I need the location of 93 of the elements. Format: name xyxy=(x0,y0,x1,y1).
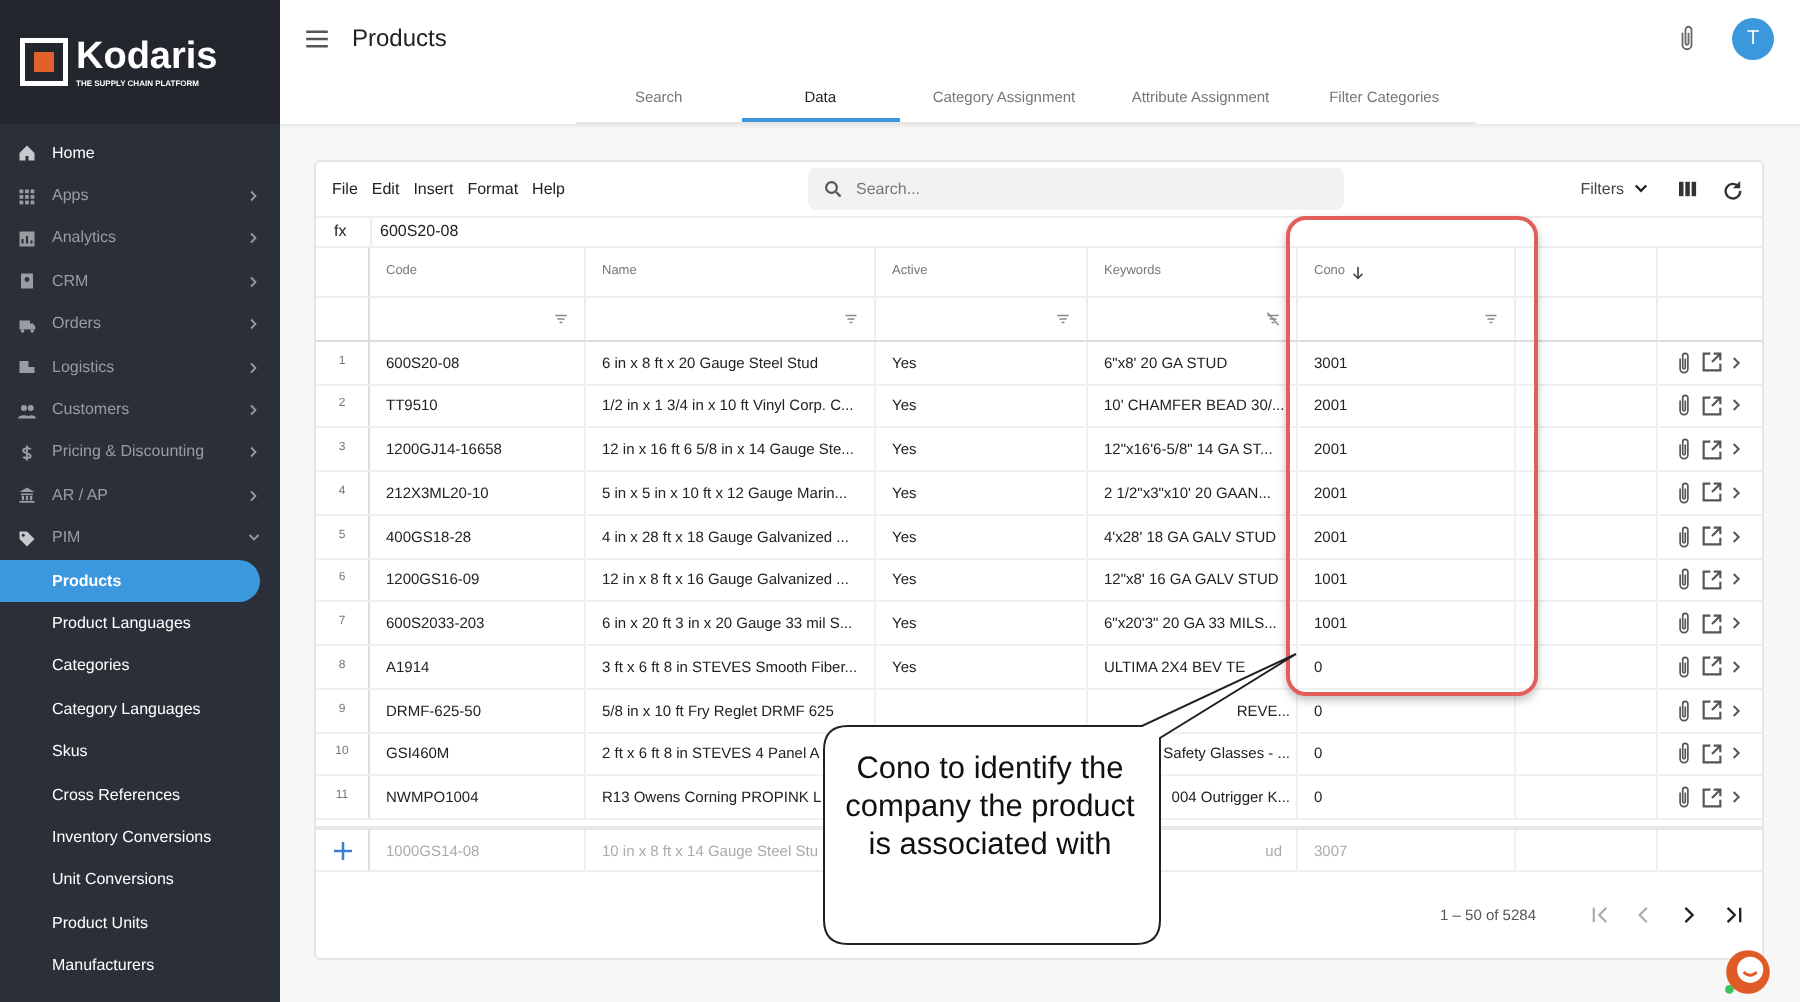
formula-field[interactable]: 600S20-08 xyxy=(370,217,459,248)
chevron-right-icon[interactable] xyxy=(1732,442,1742,457)
next-page-icon[interactable] xyxy=(1680,906,1698,925)
external-link-icon[interactable] xyxy=(1702,656,1722,677)
nav-subitem[interactable]: Skus xyxy=(0,730,280,774)
nav-subitem[interactable]: Products xyxy=(0,559,260,603)
paperclip-icon[interactable] xyxy=(1678,24,1696,52)
nav-item[interactable]: Apps xyxy=(52,184,232,209)
nav-item[interactable]: PIM xyxy=(52,526,232,551)
chevron-right-icon[interactable] xyxy=(1732,485,1742,500)
chevron-right-icon[interactable] xyxy=(1732,659,1742,674)
nav-subitem[interactable]: Product Languages xyxy=(0,602,280,646)
callout-text: Cono to identify the company the product is associated with xyxy=(843,750,1137,864)
paperclip-icon[interactable] xyxy=(1676,655,1692,678)
external-link-icon[interactable] xyxy=(1702,439,1722,460)
filter-icon[interactable] xyxy=(844,312,858,327)
filter-icon[interactable] xyxy=(554,312,568,327)
menu-item[interactable]: File xyxy=(332,177,358,202)
paperclip-icon[interactable] xyxy=(1676,394,1692,417)
paperclip-icon[interactable] xyxy=(1676,742,1692,765)
paperclip-icon[interactable] xyxy=(1676,351,1692,374)
paperclip-icon[interactable] xyxy=(1676,525,1692,548)
columns-icon[interactable] xyxy=(1678,180,1698,199)
filter-cleared-icon[interactable] xyxy=(1266,312,1280,327)
nav-item[interactable]: CRM xyxy=(52,269,232,294)
user-avatar[interactable]: T xyxy=(1732,17,1774,59)
external-link-icon[interactable] xyxy=(1702,569,1722,590)
chevron-right-icon[interactable] xyxy=(1732,746,1742,761)
nav-icon xyxy=(18,144,36,163)
external-link-icon[interactable] xyxy=(1702,352,1722,373)
nav-icon xyxy=(18,486,36,505)
search-field[interactable]: Search... xyxy=(808,168,1344,211)
external-link-icon[interactable] xyxy=(1702,526,1722,547)
paperclip-icon[interactable] xyxy=(1676,438,1692,461)
paperclip-icon[interactable] xyxy=(1676,568,1692,591)
external-link-icon[interactable] xyxy=(1702,743,1722,764)
chevron-down-icon xyxy=(1634,182,1648,197)
search-input[interactable]: Search... xyxy=(856,177,1296,202)
menu-item[interactable]: Edit xyxy=(371,177,400,202)
paperclip-icon[interactable] xyxy=(1676,481,1692,504)
menu-item[interactable]: Insert xyxy=(413,177,454,202)
chevron-right-icon[interactable] xyxy=(1732,616,1742,631)
filter-icon[interactable] xyxy=(1056,312,1070,327)
chevron-right-icon[interactable] xyxy=(1732,703,1742,718)
nav-icon xyxy=(18,315,36,334)
add-icon[interactable] xyxy=(333,841,351,860)
formula-label: fx xyxy=(332,220,349,245)
nav-icon xyxy=(18,529,36,548)
external-link-icon[interactable] xyxy=(1702,482,1722,503)
refresh-icon[interactable] xyxy=(1722,179,1742,200)
nav-item[interactable]: Orders xyxy=(52,312,232,337)
external-link-icon[interactable] xyxy=(1702,613,1722,634)
paperclip-icon[interactable] xyxy=(1676,699,1692,722)
menu-item[interactable]: Help xyxy=(532,177,565,202)
nav-icon xyxy=(18,358,36,377)
nav-subitem[interactable]: Manufacturers xyxy=(0,944,280,988)
nav-icon xyxy=(18,443,36,462)
chevron-right-icon[interactable] xyxy=(1732,572,1742,587)
nav-item[interactable]: Home xyxy=(52,141,260,166)
paperclip-icon[interactable] xyxy=(1676,786,1692,809)
paperclip-icon[interactable] xyxy=(1676,612,1692,635)
external-link-icon[interactable] xyxy=(1702,787,1722,808)
menu-item[interactable]: Format xyxy=(467,177,519,202)
external-link-icon[interactable] xyxy=(1702,395,1722,416)
logo-name: Kodaris xyxy=(76,37,218,77)
nav-item[interactable]: AR / AP xyxy=(52,483,232,508)
chevron-right-icon[interactable] xyxy=(1732,790,1742,805)
page-title: Products xyxy=(352,22,449,56)
search-icon xyxy=(824,180,842,199)
nav-subitem[interactable]: Product Units xyxy=(0,902,280,945)
nav-icon xyxy=(18,401,36,420)
nav-subitem[interactable]: Cross References xyxy=(0,773,280,817)
nav-item[interactable]: Logistics xyxy=(52,355,232,380)
chat-icon[interactable] xyxy=(1724,948,1772,996)
logo-icon xyxy=(20,38,68,86)
nav-item[interactable]: Customers xyxy=(52,398,232,423)
nav-icon xyxy=(18,229,36,248)
nav-subitem[interactable]: Inventory Conversions xyxy=(0,816,280,860)
external-link-icon[interactable] xyxy=(1702,700,1722,721)
chevron-right-icon[interactable] xyxy=(1732,355,1742,370)
nav-subitem[interactable]: Categories xyxy=(0,645,280,689)
chevron-right-icon[interactable] xyxy=(1732,398,1742,413)
nav-item[interactable]: Analytics xyxy=(52,226,232,251)
filters-dropdown[interactable]: Filters xyxy=(1580,177,1648,202)
nav-subitem[interactable]: Unit Conversions xyxy=(0,859,280,903)
last-page-icon[interactable] xyxy=(1724,906,1742,925)
nav-item[interactable]: Pricing & Discounting xyxy=(52,440,232,465)
filter-icon[interactable] xyxy=(1484,312,1498,327)
nav-icon xyxy=(18,272,36,291)
menu-icon[interactable] xyxy=(306,29,328,47)
chevron-right-icon[interactable] xyxy=(1732,529,1742,544)
nav-icon xyxy=(18,187,36,206)
nav-subitem[interactable]: Category Languages xyxy=(0,688,280,731)
